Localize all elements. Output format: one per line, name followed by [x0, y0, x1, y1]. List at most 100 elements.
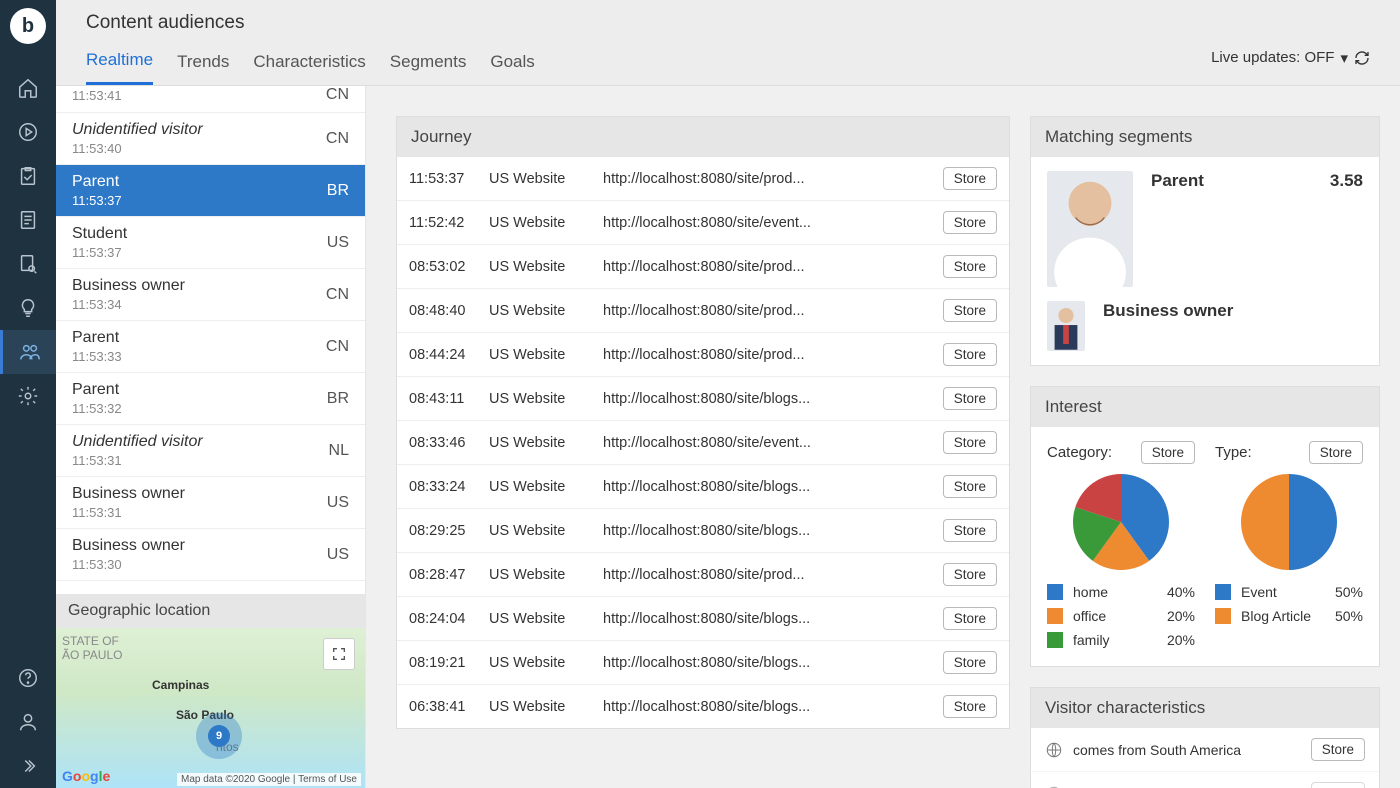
visitor-country: CN [326, 130, 349, 148]
tab-goals[interactable]: Goals [490, 42, 534, 84]
visitor-row[interactable]: Business owner 11:53:30 US [56, 529, 365, 581]
journey-url: http://localhost:8080/site/prod... [603, 347, 929, 363]
store-button[interactable]: Store [943, 211, 997, 234]
store-button[interactable]: Store [943, 607, 997, 630]
characteristics-panel: Visitor characteristics comes from South… [1030, 687, 1380, 788]
journey-time: 08:19:21 [409, 655, 475, 671]
characteristic-text: comes from South America [1073, 742, 1241, 758]
legend-item: home 40% [1047, 584, 1195, 600]
lightbulb-icon[interactable] [0, 286, 56, 330]
live-updates-caret-icon[interactable]: ▾ [1340, 49, 1348, 67]
journey-time: 11:53:37 [409, 171, 475, 187]
tab-realtime[interactable]: Realtime [86, 40, 153, 85]
play-circle-icon[interactable] [0, 110, 56, 154]
fullscreen-icon[interactable] [323, 638, 355, 670]
legend-value: 20% [1167, 608, 1195, 624]
visitor-name: Business owner [72, 485, 185, 503]
journey-url: http://localhost:8080/site/blogs... [603, 699, 929, 715]
journey-row: 08:33:46 US Website http://localhost:808… [397, 420, 1009, 464]
terms-link[interactable]: Terms of Use [298, 774, 357, 785]
tab-bar: Realtime Trends Characteristics Segments… [56, 40, 1400, 85]
geo-map[interactable]: STATE OF ÃO PAULO Campinas São Paulo nto… [56, 628, 365, 788]
visitor-row[interactable]: Unidentified visitor 11:53:31 NL [56, 425, 365, 477]
help-icon[interactable] [0, 656, 56, 700]
journey-row: 11:52:42 US Website http://localhost:808… [397, 200, 1009, 244]
visitor-row[interactable]: Parent 11:53:37 BR [56, 165, 365, 217]
legend-item: family 20% [1047, 632, 1195, 648]
sidebar-nav: b [0, 0, 56, 788]
journey-title: Journey [397, 117, 1009, 157]
segment-row: Parent 3.58 [1031, 157, 1379, 301]
refresh-icon[interactable] [1354, 50, 1370, 66]
journey-time: 08:33:24 [409, 479, 475, 495]
store-button[interactable]: Store [1311, 782, 1365, 788]
store-button[interactable]: Store [1141, 441, 1195, 464]
journey-channel: US Website [489, 171, 589, 187]
audience-icon[interactable] [0, 330, 56, 374]
legend-label: family [1073, 632, 1110, 648]
clipboard-check-icon[interactable] [0, 154, 56, 198]
segments-title: Matching segments [1031, 117, 1379, 157]
visitor-row[interactable]: Unidentified visitor 11:53:40 CN [56, 113, 365, 165]
store-button[interactable]: Store [943, 475, 997, 498]
characteristics-title: Visitor characteristics [1031, 688, 1379, 728]
store-button[interactable]: Store [943, 519, 997, 542]
map-marker[interactable]: 9 [196, 713, 242, 759]
store-button[interactable]: Store [943, 299, 997, 322]
store-button[interactable]: Store [943, 387, 997, 410]
store-button[interactable]: Store [943, 167, 997, 190]
journey-time: 08:24:04 [409, 611, 475, 627]
visitor-row[interactable]: Business owner 11:53:31 US [56, 477, 365, 529]
visitor-row[interactable]: Parent 11:53:32 BR [56, 373, 365, 425]
visitor-time: 11:53:31 [72, 505, 185, 520]
expand-icon[interactable] [0, 744, 56, 788]
type-label: Type: [1215, 444, 1252, 461]
header: Content audiences Realtime Trends Charac… [56, 0, 1400, 86]
home-icon[interactable] [0, 66, 56, 110]
user-icon[interactable] [0, 700, 56, 744]
journey-channel: US Website [489, 479, 589, 495]
journey-row: 08:48:40 US Website http://localhost:808… [397, 288, 1009, 332]
settings-gear-icon[interactable] [0, 374, 56, 418]
journey-channel: US Website [489, 347, 589, 363]
visitor-row[interactable]: Parent 11:53:33 CN [56, 321, 365, 373]
legend-swatch [1047, 632, 1063, 648]
journey-time: 08:53:02 [409, 259, 475, 275]
visitor-country: CN [326, 286, 349, 304]
visitor-time: 11:53:37 [72, 245, 127, 260]
store-button[interactable]: Store [943, 563, 997, 586]
store-button[interactable]: Store [943, 255, 997, 278]
journey-url: http://localhost:8080/site/prod... [603, 171, 929, 187]
visitor-name: Unidentified visitor [72, 433, 203, 451]
journey-channel: US Website [489, 435, 589, 451]
document-icon[interactable] [0, 198, 56, 242]
legend-value: 20% [1167, 632, 1195, 648]
store-button[interactable]: Store [1309, 441, 1363, 464]
tab-trends[interactable]: Trends [177, 42, 229, 84]
journey-row: 08:33:24 US Website http://localhost:808… [397, 464, 1009, 508]
journey-time: 08:43:11 [409, 391, 475, 407]
store-button[interactable]: Store [943, 431, 997, 454]
visitor-time: 11:53:37 [72, 193, 122, 208]
visitor-row[interactable]: Student 11:53:37 US [56, 217, 365, 269]
store-button[interactable]: Store [943, 343, 997, 366]
legend-value: 40% [1167, 584, 1195, 600]
journey-channel: US Website [489, 655, 589, 671]
visitor-country: CN [326, 338, 349, 356]
legend-swatch [1047, 584, 1063, 600]
journey-url: http://localhost:8080/site/event... [603, 215, 929, 231]
visitor-time: 11:53:34 [72, 297, 185, 312]
visitor-country: US [327, 494, 349, 512]
tab-segments[interactable]: Segments [390, 42, 467, 84]
store-button[interactable]: Store [1311, 738, 1365, 761]
visitor-row[interactable]: Business owner 11:53:34 CN [56, 269, 365, 321]
file-search-icon[interactable] [0, 242, 56, 286]
visitor-time: 11:53:31 [72, 453, 203, 468]
journey-row: 08:24:04 US Website http://localhost:808… [397, 596, 1009, 640]
visitor-row[interactable]: 11:53:41 CN [56, 86, 365, 113]
journey-time: 08:28:47 [409, 567, 475, 583]
store-button[interactable]: Store [943, 651, 997, 674]
visitor-time: 11:53:41 [72, 88, 122, 103]
tab-characteristics[interactable]: Characteristics [253, 42, 365, 84]
store-button[interactable]: Store [943, 695, 997, 718]
